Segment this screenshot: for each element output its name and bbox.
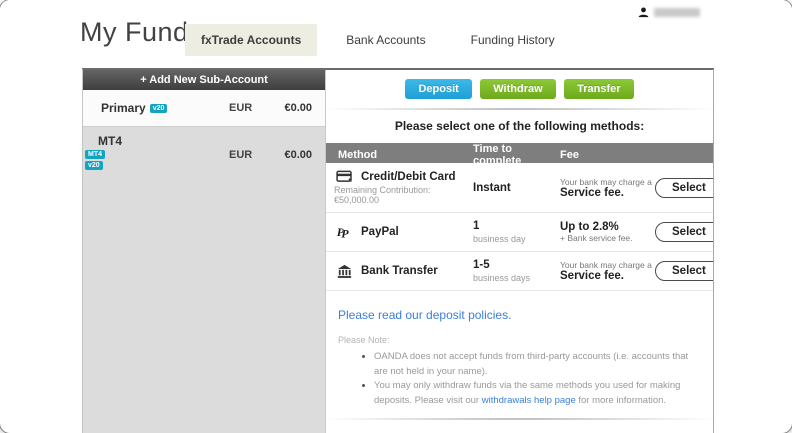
col-time: Time to complete: [461, 143, 548, 167]
account-name: MT4: [98, 134, 122, 148]
action-buttons: Deposit Withdraw Transfer: [326, 70, 713, 99]
method-row-paypal: PP PayPal 1 business day Up to 2.8% + Ba: [326, 213, 713, 252]
credit-card-icon: [334, 170, 354, 183]
method-cell: PP PayPal: [326, 224, 461, 240]
col-method: Method: [326, 149, 461, 161]
method-row-credit-card: Credit/Debit Card Remaining Contribution…: [326, 163, 713, 213]
deposit-policies-link[interactable]: Please read our deposit policies.: [338, 308, 701, 322]
fee-cell: Up to 2.8% + Bank service fee.: [548, 221, 655, 243]
account-currency: EUR: [229, 149, 252, 161]
v20-badge: v20: [150, 104, 168, 113]
transfer-button[interactable]: Transfer: [564, 79, 633, 99]
tab-bar: fxTrade Accounts Bank Accounts Funding H…: [185, 24, 584, 56]
user-menu[interactable]: [638, 7, 700, 18]
my-funds-page: My Funds fxTrade Accounts Bank Accounts …: [0, 0, 792, 433]
select-credit-card-button[interactable]: Select: [655, 178, 713, 198]
method-row-bank-transfer: Bank Transfer 1-5 business days Your ban…: [326, 252, 713, 291]
account-balance: €0.00: [284, 102, 312, 114]
account-summary: Account Summary v20 Account Number Balan…: [338, 428, 701, 433]
method-name: Bank Transfer: [361, 265, 438, 277]
account-badges: MT4 v20: [85, 150, 105, 170]
methods-table: Method Time to complete Fee Credit/Debit…: [326, 143, 713, 291]
method-subtext: Remaining Contribution: €50,000.00: [334, 185, 461, 205]
fee-cell: Your bank may charge a Service fee.: [548, 177, 655, 199]
col-fee: Fee: [548, 149, 655, 161]
withdraw-button[interactable]: Withdraw: [480, 79, 555, 99]
add-sub-account-button[interactable]: + Add New Sub-Account: [83, 70, 325, 90]
header: My Funds fxTrade Accounts Bank Accounts …: [0, 0, 792, 68]
mt4-badge: MT4: [85, 150, 105, 159]
please-note-label: Please Note:: [338, 335, 701, 345]
account-balance: €0.00: [284, 149, 312, 161]
fee-cell: Your bank may charge a Service fee.: [548, 260, 655, 282]
tab-funding-history[interactable]: Funding History: [455, 24, 571, 56]
methods-table-header: Method Time to complete Fee: [326, 143, 713, 163]
user-icon: [638, 7, 649, 18]
accounts-sidebar: + Add New Sub-Account Primaryv20 EUR €0.…: [83, 70, 326, 433]
v20-badge: v20: [85, 161, 103, 170]
bank-icon: [334, 264, 354, 279]
time-cell: Instant: [461, 182, 548, 194]
time-cell: 1-5 business days: [461, 259, 548, 283]
divider: [326, 108, 713, 110]
time-cell: 1 business day: [461, 220, 548, 244]
divider: [326, 418, 713, 420]
method-prompt: Please select one of the following metho…: [326, 119, 713, 133]
account-name: Primaryv20: [101, 101, 167, 115]
paypal-icon: PP: [334, 224, 354, 240]
account-currency: EUR: [229, 102, 252, 114]
method-name: Credit/Debit Card: [361, 171, 456, 183]
account-row-mt4[interactable]: MT4 MT4 v20 EUR €0.00: [83, 127, 325, 183]
method-name: PayPal: [361, 226, 399, 238]
deposit-button[interactable]: Deposit: [405, 79, 471, 99]
notes-list: OANDA does not accept funds from third-p…: [374, 350, 701, 409]
select-bank-transfer-button[interactable]: Select: [655, 261, 713, 281]
note-item: OANDA does not accept funds from third-p…: [374, 350, 701, 379]
select-paypal-button[interactable]: Select: [655, 222, 713, 242]
method-cell: Bank Transfer: [326, 264, 461, 279]
tab-fxtrade-accounts[interactable]: fxTrade Accounts: [185, 24, 317, 56]
tab-bank-accounts[interactable]: Bank Accounts: [330, 24, 441, 56]
account-summary-title: Account Summary: [338, 428, 701, 433]
content-box: + Add New Sub-Account Primaryv20 EUR €0.…: [82, 68, 714, 433]
note-item: You may only withdraw funds via the same…: [374, 379, 701, 408]
svg-text:P: P: [341, 227, 349, 240]
user-name-redacted: [654, 8, 700, 17]
account-row-primary[interactable]: Primaryv20 EUR €0.00: [83, 90, 325, 127]
funding-panel: Deposit Withdraw Transfer Please select …: [326, 70, 713, 433]
method-cell: Credit/Debit Card Remaining Contribution…: [326, 170, 461, 205]
withdrawals-help-page-link[interactable]: withdrawals help page: [482, 395, 576, 406]
